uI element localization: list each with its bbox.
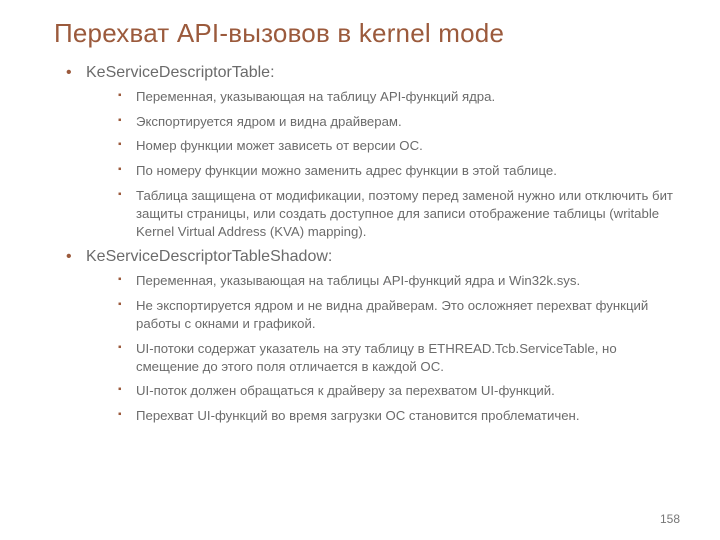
sub-list: Переменная, указывающая на таблицы API-ф…: [86, 272, 680, 425]
list-item: Номер функции может зависеть от версии О…: [118, 137, 680, 155]
list-item: Не экспортируется ядром и не видна драйв…: [118, 297, 680, 333]
list-item: Перехват UI-функций во время загрузки ОС…: [118, 407, 680, 425]
list-item: KeServiceDescriptorTableShadow: Переменн…: [66, 247, 680, 424]
section-heading: KeServiceDescriptorTableShadow:: [86, 248, 332, 265]
slide: Перехват API-вызовов в kernel mode KeSer…: [0, 0, 720, 540]
list-item: Таблица защищена от модификации, поэтому…: [118, 187, 680, 240]
sub-list: Переменная, указывающая на таблицу API-ф…: [86, 88, 680, 241]
list-item: KeServiceDescriptorTable: Переменная, ук…: [66, 63, 680, 240]
list-item: По номеру функции можно заменить адрес ф…: [118, 162, 680, 180]
list-item: Переменная, указывающая на таблицы API-ф…: [118, 272, 680, 290]
page-number: 158: [660, 512, 680, 526]
section-heading: KeServiceDescriptorTable:: [86, 64, 275, 81]
list-item: UI-поток должен обращаться к драйверу за…: [118, 382, 680, 400]
list-item: UI-потоки содержат указатель на эту табл…: [118, 340, 680, 376]
list-item: Переменная, указывающая на таблицу API-ф…: [118, 88, 680, 106]
page-title: Перехват API-вызовов в kernel mode: [54, 18, 680, 49]
content-list: KeServiceDescriptorTable: Переменная, ук…: [40, 63, 680, 425]
list-item: Экспортируется ядром и видна драйверам.: [118, 113, 680, 131]
